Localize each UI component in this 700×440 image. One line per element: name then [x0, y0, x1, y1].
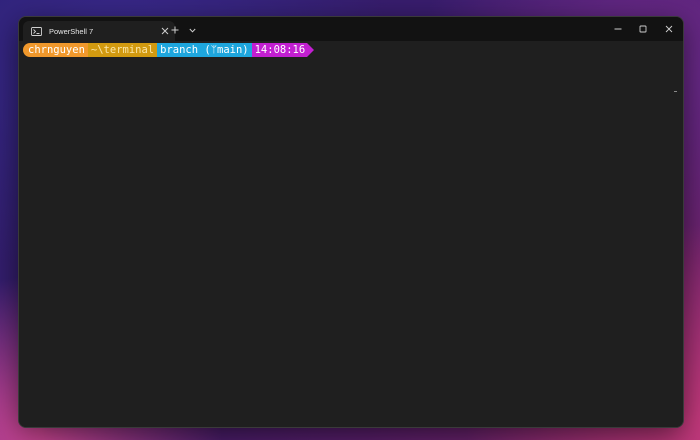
- prompt-line: chrnguyen ~\terminal branch (ᛘmain) 14:0…: [23, 43, 315, 57]
- prompt-time-segment: 14:08:16: [251, 43, 308, 57]
- plus-icon: [171, 26, 179, 34]
- scrollbar-thumb[interactable]: [674, 91, 677, 92]
- prompt-git-segment: branch (ᛘmain): [157, 43, 252, 57]
- prompt-user-segment: chrnguyen: [23, 43, 88, 57]
- maximize-button[interactable]: [634, 22, 652, 36]
- maximize-icon: [639, 25, 647, 33]
- title-bar[interactable]: PowerShell 7: [19, 17, 683, 41]
- terminal-content[interactable]: chrnguyen ~\terminal branch (ᛘmain) 14:0…: [19, 41, 683, 427]
- minimize-button[interactable]: [609, 22, 627, 36]
- chevron-down-icon: [188, 28, 196, 33]
- powershell-icon: [31, 26, 42, 36]
- new-tab-button[interactable]: [169, 23, 181, 37]
- prompt-path-segment: ~\terminal: [87, 43, 158, 57]
- tab-title: PowerShell 7: [49, 26, 94, 36]
- prompt-arrow: [307, 43, 315, 57]
- close-window-button[interactable]: [660, 22, 678, 36]
- close-icon: [665, 25, 673, 33]
- minimize-icon: [614, 28, 622, 30]
- terminal-window: PowerShell 7 chrnguyen ~\terminal branch…: [18, 16, 684, 428]
- profile-dropdown-button[interactable]: [187, 23, 197, 37]
- tab-powershell[interactable]: PowerShell 7: [23, 21, 175, 41]
